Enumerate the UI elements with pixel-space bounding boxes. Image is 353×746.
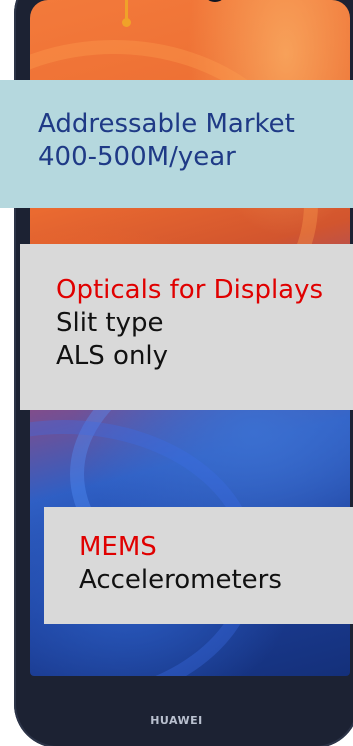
addressable-market-box: Addressable Market 400-500M/year: [0, 80, 353, 208]
mems-accelerometers: Accelerometers: [79, 565, 282, 595]
market-label: Addressable Market: [38, 109, 295, 139]
optical-sensor-box: Opticals for Displays Slit type ALS only: [20, 244, 353, 410]
optical-title: Opticals for Displays: [56, 275, 324, 305]
mems-sensor-box: MEMS Accelerometers: [44, 507, 353, 624]
callout-pointer: [122, 0, 131, 27]
optical-als-only: ALS only: [56, 341, 169, 371]
optical-slit-type: Slit type: [56, 308, 164, 338]
callout-dot: [122, 18, 131, 27]
mems-title: MEMS: [79, 532, 157, 562]
callout-line: [125, 0, 128, 20]
slide-canvas: HUAWEI Addressable Market 400-500M/year …: [0, 0, 353, 746]
market-value: 400-500M/year: [38, 142, 236, 172]
brand-logo: HUAWEI: [150, 714, 203, 727]
